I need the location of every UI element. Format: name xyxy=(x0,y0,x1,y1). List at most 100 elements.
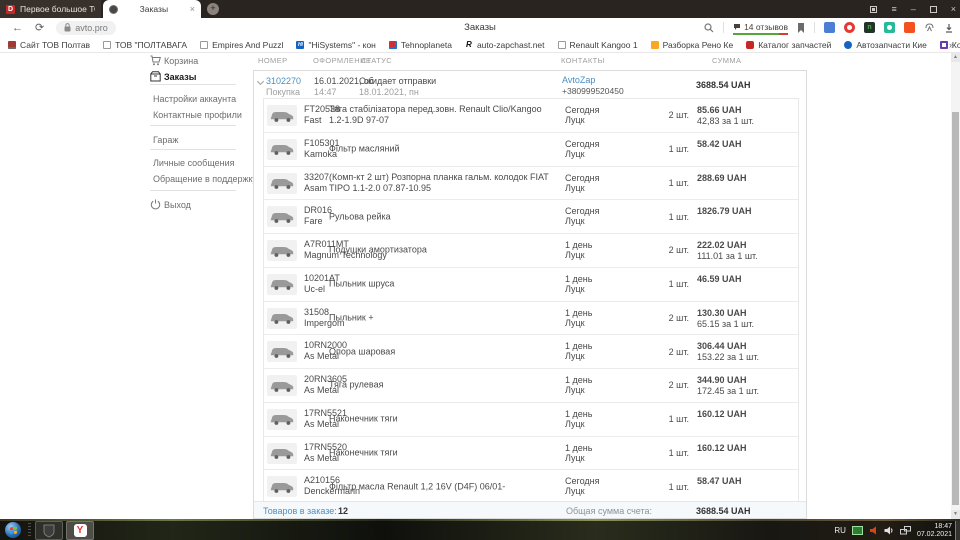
part-code-link[interactable]: 33207 xyxy=(304,172,329,182)
part-name: Пыльник + xyxy=(329,312,557,323)
flame-extension-icon[interactable] xyxy=(904,22,915,33)
collapse-chevron-icon[interactable] xyxy=(257,78,264,85)
part-photo xyxy=(267,274,297,295)
seller-city: Луцк xyxy=(565,453,585,463)
new-tab-button[interactable]: + xyxy=(207,3,219,15)
r-favicon: R xyxy=(465,41,473,49)
document-favicon xyxy=(200,41,208,49)
item-sum: 1826.79 UAH xyxy=(697,206,752,216)
sidebar-item-support[interactable]: Обращение в поддержку xyxy=(153,174,257,184)
item-sum: 130.30 UAH xyxy=(697,308,747,318)
bookmark-item[interactable]: ТОВ "ПОЛТАВАГА xyxy=(103,40,187,50)
order-item-row[interactable]: A7R011MT Magnum Technology Подушки аморт… xyxy=(264,234,798,268)
address-bar[interactable]: avto.pro xyxy=(56,21,116,35)
bookmark-item[interactable]: Hi"HiSystems" - кон xyxy=(296,40,375,50)
seller-city: Луцк xyxy=(565,183,585,193)
download-icon[interactable] xyxy=(944,23,954,33)
scroll-up-icon[interactable]: ▲ xyxy=(951,53,960,62)
sidebar-item-messages[interactable]: Личные сообщения xyxy=(153,158,235,168)
quantity: 2 шт. xyxy=(649,245,689,255)
order-item-row[interactable]: 17RN5521 As Metal Наконечник тяги 1 день… xyxy=(264,403,798,437)
sidebar-item-account-settings[interactable]: Настройки аккаунта xyxy=(153,94,236,104)
browser-menu-icon[interactable]: ≡ xyxy=(891,4,896,14)
order-item-row[interactable]: 20RN3605 As Metal Тяга рулевая 1 день Лу… xyxy=(264,369,798,403)
order-number-link[interactable]: 3102270 xyxy=(266,76,301,86)
order-item-row[interactable]: 31508 Impergom Пыльник + 1 день Луцк 2 ш… xyxy=(264,302,798,336)
bookmarks-overflow-chevron[interactable]: » xyxy=(949,40,954,50)
tab-orders-active[interactable]: Заказы × xyxy=(103,0,201,18)
bookmark-item[interactable]: Empires And Puzzl xyxy=(200,40,283,50)
tray-app-icon[interactable] xyxy=(852,526,863,535)
taskbar-item-yandex-browser[interactable]: Y xyxy=(66,521,94,540)
show-desktop-button[interactable] xyxy=(955,521,960,540)
seller-link[interactable]: AvtoZap xyxy=(562,75,595,85)
wot-shield-icon xyxy=(43,524,55,538)
taskbar-item-wot[interactable] xyxy=(35,521,63,540)
seller-city: Луцк xyxy=(565,216,585,226)
order-item-row[interactable]: 10RN2000 As Metal Опора шаровая 1 день Л… xyxy=(264,335,798,369)
minimize-icon[interactable]: – xyxy=(911,4,916,14)
sidebar-item-orders[interactable]: Заказы xyxy=(164,72,196,82)
site-reviews-badge[interactable]: 14 отзывов xyxy=(733,22,788,34)
bookmark-item[interactable]: Разборка Рено Ке xyxy=(651,40,734,50)
taskbar-clock[interactable]: 18:47 07.02.2021 xyxy=(917,523,952,539)
order-item-row[interactable]: 17RN5520 As Metal Наконечник тяги 1 день… xyxy=(264,437,798,471)
tray-alert-icon[interactable] xyxy=(869,526,878,535)
bookmark-item[interactable]: Каталог запчастей xyxy=(746,40,831,50)
order-item-row[interactable]: 10201AT Uc-el Пыльник шруса 1 день Луцк … xyxy=(264,268,798,302)
start-button[interactable] xyxy=(5,522,21,538)
order-item-row[interactable]: DR016 Fare Рульова рейка Сегодня Луцк 1 … xyxy=(264,200,798,234)
language-indicator[interactable]: RU xyxy=(834,526,846,535)
lock-extension-icon[interactable] xyxy=(824,22,835,33)
restore-icon[interactable] xyxy=(930,6,937,13)
sidebar-item-contact-profiles[interactable]: Контактные профили xyxy=(153,110,242,120)
opera-extension-icon[interactable] xyxy=(844,22,855,33)
tab-panel-icon[interactable] xyxy=(870,6,877,13)
bookmark-item[interactable]: Сайт ТОВ Полтав xyxy=(8,40,90,50)
vertical-scrollbar[interactable]: ▲ ▼ xyxy=(951,53,960,519)
order-item-row[interactable]: FT20538 Fast Тяга стабілізатора перед.зо… xyxy=(264,99,798,133)
tab-drive2[interactable]: D Первое большое ТО и н xyxy=(0,0,101,18)
part-brand: Asam xyxy=(304,183,327,193)
delivery-time: Сегодня xyxy=(565,173,600,183)
back-icon[interactable]: ← xyxy=(12,22,23,34)
part-name: Тяга стабілізатора перед.зовн. Renault C… xyxy=(329,104,557,126)
sidebar-item-logout[interactable]: Выход xyxy=(164,200,191,210)
quantity: 1 шт. xyxy=(649,144,689,154)
bookmarks-bar: Сайт ТОВ Полтав ТОВ "ПОЛТАВАГА Empires A… xyxy=(0,37,960,53)
part-code-link[interactable]: 31508 xyxy=(304,307,329,317)
sidebar-item-garage[interactable]: Гараж xyxy=(153,135,178,145)
close-tab-icon[interactable]: × xyxy=(190,4,195,14)
car-favicon xyxy=(746,41,754,49)
scrollbar-thumb[interactable] xyxy=(952,112,959,505)
network-icon[interactable] xyxy=(900,526,911,535)
bookmark-flag-icon[interactable] xyxy=(797,23,805,33)
bookmark-item[interactable]: Tehnoplaneta xyxy=(389,40,452,50)
search-icon[interactable] xyxy=(704,23,714,33)
bookmark-item[interactable]: Автозапчасти Кие xyxy=(844,40,927,50)
part-photo xyxy=(267,139,297,160)
reviews-count: 14 отзывов xyxy=(744,22,788,32)
vpn-extension-icon[interactable]: n xyxy=(864,22,875,33)
order-item-row[interactable]: F105301 Kamoka Фільтр масляний Сегодня Л… xyxy=(264,133,798,167)
windows-taskbar: Y RU 18:47 07.02.2021 xyxy=(0,521,960,540)
volume-icon[interactable] xyxy=(884,526,894,535)
order-item-row[interactable]: A210156 Denckermann Фільтр масла Renault… xyxy=(264,470,798,504)
part-name: (Комп-кт 2 шт) Розпорна планка гальм. ко… xyxy=(329,172,557,194)
part-photo xyxy=(267,341,297,362)
sidebar-item-cart[interactable]: Корзина xyxy=(164,56,198,66)
order-item-row[interactable]: 33207 Asam (Комп-кт 2 шт) Розпорна планк… xyxy=(264,167,798,201)
seller-phone: +380999520450 xyxy=(562,86,624,96)
hisystems-favicon: Hi xyxy=(296,41,304,49)
pin-extension-icon[interactable] xyxy=(884,22,895,33)
close-window-icon[interactable]: × xyxy=(951,4,956,14)
scroll-down-icon[interactable]: ▼ xyxy=(951,510,960,519)
reload-icon[interactable]: ⟳ xyxy=(35,21,44,34)
part-code-link[interactable]: DR016 xyxy=(304,205,332,215)
bookmark-item[interactable]: Rauto-zapchast.net xyxy=(465,40,545,50)
order-header-row[interactable]: 3102270 Покупка 16.01.2021, сб 14:47 Ожи… xyxy=(254,71,806,98)
gesture-icon[interactable] xyxy=(924,22,935,33)
bookmark-label: auto-zapchast.net xyxy=(477,40,545,50)
seller-city: Луцк xyxy=(565,385,585,395)
bookmark-item[interactable]: Renault Kangoo 1 xyxy=(558,40,638,50)
